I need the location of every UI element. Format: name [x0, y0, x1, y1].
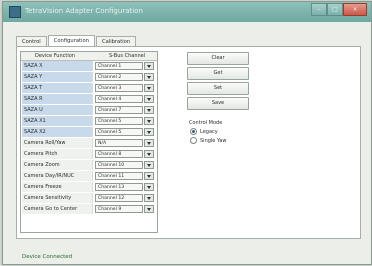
chevron-down-icon[interactable]	[144, 117, 154, 125]
header-sbus-channel: S-Bus Channel	[109, 53, 146, 59]
chevron-down-icon[interactable]	[144, 73, 154, 81]
radio-unselected-icon	[190, 137, 197, 144]
table-row[interactable]: Camera Zoom Channel 10	[21, 160, 157, 170]
table-row[interactable]: Camera Day/IR/NUC Channel 11	[21, 171, 157, 181]
radio-selected-icon	[190, 128, 197, 135]
function-cell: SAZA X	[22, 61, 93, 71]
table-row[interactable]: Camera Go to Center Channel 9	[21, 204, 157, 214]
function-cell: SAZA T	[22, 83, 93, 93]
channel-select[interactable]: Channel 10	[95, 161, 143, 169]
chevron-down-icon[interactable]	[144, 128, 154, 136]
app-icon	[9, 6, 21, 18]
chevron-down-icon[interactable]	[144, 150, 154, 158]
channel-select[interactable]: Channel 1	[95, 62, 143, 70]
channel-select[interactable]: Channel 5	[95, 117, 143, 125]
radio-single-yaw[interactable]: Single Yaw	[190, 137, 226, 144]
table-row[interactable]: SAZA Y Channel 2	[21, 72, 157, 82]
radio-legacy-label: Legacy	[200, 128, 218, 135]
function-cell: SAZA R	[22, 94, 93, 104]
function-cell: Camera Roll/Yaw	[22, 138, 93, 148]
minimize-button[interactable]: –	[311, 3, 327, 16]
function-cell: SAZA Y	[22, 72, 93, 82]
maximize-button[interactable]: □	[327, 3, 343, 16]
chevron-down-icon[interactable]	[144, 106, 154, 114]
function-cell: Camera Zoom	[22, 160, 93, 170]
chevron-down-icon[interactable]	[144, 95, 154, 103]
control-mode-label: Control Mode	[189, 120, 223, 126]
table-row[interactable]: Camera Roll/Yaw N/A	[21, 138, 157, 148]
channel-select[interactable]: Channel 8	[95, 150, 143, 158]
header-device-function: Device Function	[35, 53, 75, 59]
get-button[interactable]: Get	[187, 67, 249, 80]
channel-select[interactable]: N/A	[95, 139, 143, 147]
function-cell: SAZA X2	[22, 127, 93, 137]
status-text: Device Connected	[22, 254, 73, 260]
function-cell: SAZA X1	[22, 116, 93, 126]
function-cell: Camera Pitch	[22, 149, 93, 159]
chevron-down-icon[interactable]	[144, 194, 154, 202]
chevron-down-icon[interactable]	[144, 84, 154, 92]
channel-select[interactable]: Channel 9	[95, 205, 143, 213]
radio-single-yaw-label: Single Yaw	[200, 137, 227, 144]
chevron-down-icon[interactable]	[144, 139, 154, 147]
function-cell: Camera Go to Center	[22, 204, 93, 214]
radio-legacy[interactable]: Legacy	[190, 128, 218, 135]
table-row[interactable]: SAZA X Channel 1	[21, 61, 157, 71]
table-row[interactable]: Camera Sensitivity Channel 12	[21, 193, 157, 203]
function-cell: Camera Sensitivity	[22, 193, 93, 203]
function-cell: Camera Day/IR/NUC	[22, 171, 93, 181]
channel-select[interactable]: Channel 3	[95, 84, 143, 92]
chevron-down-icon[interactable]	[144, 172, 154, 180]
channel-select[interactable]: Channel 4	[95, 95, 143, 103]
channel-select[interactable]: Channel 7	[95, 106, 143, 114]
table-row[interactable]: Camera Pitch Channel 8	[21, 149, 157, 159]
clear-button[interactable]: Clear	[187, 52, 249, 65]
grid-header: Device Function S-Bus Channel	[21, 52, 157, 61]
chevron-down-icon[interactable]	[144, 183, 154, 191]
channel-select[interactable]: Channel 2	[95, 73, 143, 81]
table-row[interactable]: SAZA R Channel 4	[21, 94, 157, 104]
channel-grid: Device Function S-Bus Channel SAZA X Cha…	[20, 51, 158, 233]
channel-select[interactable]: Channel 13	[95, 183, 143, 191]
channel-select[interactable]: Channel 5	[95, 128, 143, 136]
close-button[interactable]: ×	[343, 3, 367, 16]
chevron-down-icon[interactable]	[144, 161, 154, 169]
table-row[interactable]: SAZA X2 Channel 5	[21, 127, 157, 137]
set-button[interactable]: Set	[187, 82, 249, 95]
chevron-down-icon[interactable]	[144, 205, 154, 213]
function-cell: SAZA U	[22, 105, 93, 115]
save-button[interactable]: Save	[187, 97, 249, 110]
title-bar: TetraVision Adapter Configuration – □ ×	[3, 2, 371, 22]
channel-select[interactable]: Channel 11	[95, 172, 143, 180]
window-title: TetraVision Adapter Configuration	[25, 7, 143, 15]
table-row[interactable]: SAZA U Channel 7	[21, 105, 157, 115]
chevron-down-icon[interactable]	[144, 62, 154, 70]
table-row[interactable]: Camera Freeze Channel 13	[21, 182, 157, 192]
table-row[interactable]: SAZA X1 Channel 5	[21, 116, 157, 126]
channel-select[interactable]: Channel 12	[95, 194, 143, 202]
table-row[interactable]: SAZA T Channel 3	[21, 83, 157, 93]
function-cell: Camera Freeze	[22, 182, 93, 192]
